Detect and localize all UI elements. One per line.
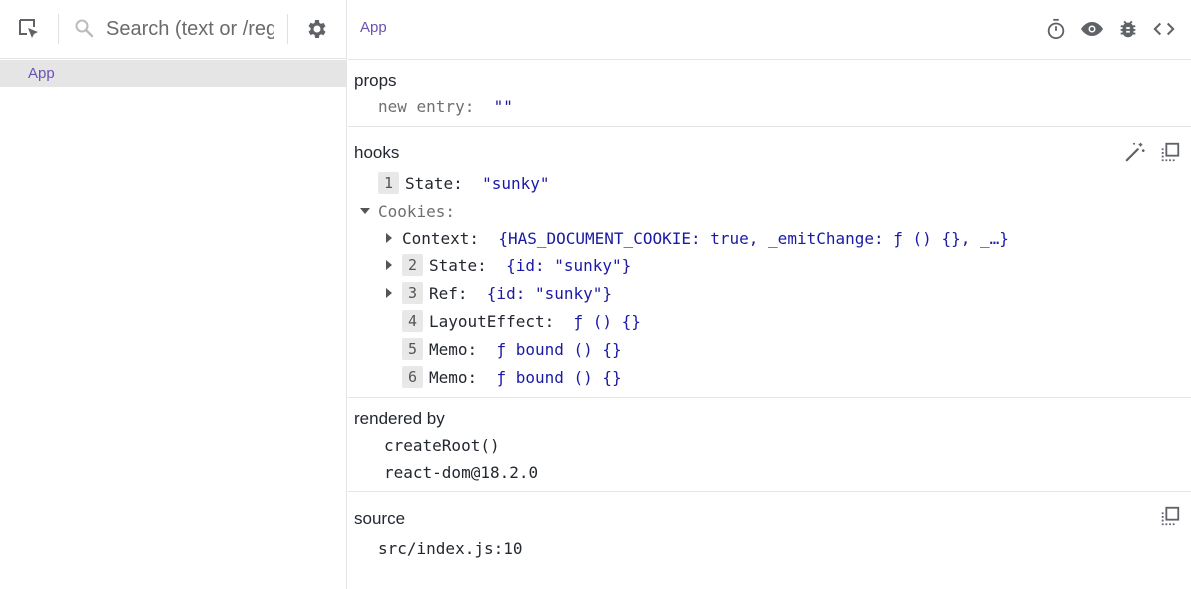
toolbar-divider xyxy=(58,14,59,44)
hook-key: State: xyxy=(405,173,463,193)
hook-key: LayoutEffect: xyxy=(429,311,555,331)
hook-key: Memo: xyxy=(429,339,478,359)
hook-row[interactable]: Context: {HAS_DOCUMENT_COOKIE: true, _em… xyxy=(386,227,1009,249)
hook-value[interactable]: ƒ () {} xyxy=(574,312,641,331)
owner-item: react-dom@18.2.0 xyxy=(384,462,538,482)
search-input[interactable] xyxy=(106,14,274,44)
prop-row[interactable]: new entry : "" xyxy=(378,96,513,116)
rendered-by-section: rendered by createRoot() react-dom@18.2.… xyxy=(348,398,1191,492)
toolbar-divider xyxy=(287,14,288,44)
hook-row[interactable]: 6 Memo: ƒ bound () {} xyxy=(402,365,622,389)
expand-icon[interactable] xyxy=(386,260,392,270)
section-title: props xyxy=(354,71,397,90)
owner-item[interactable]: createRoot() xyxy=(384,435,500,455)
hook-row[interactable]: 2 State: {id: "sunky"} xyxy=(386,253,631,277)
source-location-label: src/index.js:10 xyxy=(378,538,523,558)
tree-item-label: App xyxy=(28,65,55,82)
hook-row[interactable]: 3 Ref: {id: "sunky"} xyxy=(386,281,612,305)
eye-icon[interactable] xyxy=(1079,16,1105,42)
search-icon xyxy=(73,17,95,39)
tree-toolbar xyxy=(0,0,347,59)
copy-icon[interactable] xyxy=(1157,139,1183,165)
hook-row[interactable]: 5 Memo: ƒ bound () {} xyxy=(402,337,622,361)
source-section: source src/index.js:10 xyxy=(348,492,1191,589)
expand-icon[interactable] xyxy=(386,233,392,243)
hook-value[interactable]: ƒ bound () {} xyxy=(496,368,621,387)
inspected-element-toolbar: App xyxy=(348,0,1191,60)
copy-icon[interactable] xyxy=(1157,503,1183,529)
selected-component-name: App xyxy=(360,19,387,36)
hook-value[interactable]: "sunky" xyxy=(482,174,549,193)
tree-item-app[interactable]: App xyxy=(0,60,346,87)
hooks-section: hooks 1 State: "sunky" Cookies: Context:… xyxy=(348,127,1191,398)
hook-index: 5 xyxy=(402,338,423,360)
hook-index: 4 xyxy=(402,310,423,332)
props-section: props new entry : "" xyxy=(348,60,1191,127)
custom-hook-row[interactable]: Cookies: xyxy=(360,200,455,222)
code-icon[interactable] xyxy=(1151,16,1177,42)
source-location[interactable]: src/index.js:10 xyxy=(378,538,523,558)
hook-key: Memo: xyxy=(429,367,478,387)
bug-icon[interactable] xyxy=(1115,16,1141,42)
collapse-icon[interactable] xyxy=(360,208,370,214)
section-title: rendered by xyxy=(354,409,445,428)
section-title: hooks xyxy=(354,143,400,162)
hook-value[interactable]: ƒ bound () {} xyxy=(496,340,621,359)
owner-label: react-dom@18.2.0 xyxy=(384,462,539,482)
stopwatch-icon[interactable] xyxy=(1043,16,1069,42)
hook-key: Ref: xyxy=(429,283,468,303)
hook-row[interactable]: 1 State: "sunky" xyxy=(378,171,550,195)
prop-key: new entry xyxy=(378,96,465,116)
hook-value[interactable]: {id: "sunky"} xyxy=(487,284,612,303)
hook-index: 3 xyxy=(402,282,423,304)
expand-icon[interactable] xyxy=(386,288,392,298)
prop-colon: : xyxy=(464,96,494,116)
gear-icon[interactable] xyxy=(304,16,330,42)
hook-index: 1 xyxy=(378,172,399,194)
hook-key: Cookies: xyxy=(378,201,456,221)
hook-row[interactable]: 4 LayoutEffect: ƒ () {} xyxy=(402,309,641,333)
inspect-element-icon[interactable] xyxy=(16,16,42,42)
hook-value[interactable]: {id: "sunky"} xyxy=(506,256,631,275)
hook-value[interactable]: {HAS_DOCUMENT_COOKIE: true, _emitChange:… xyxy=(498,229,1009,248)
component-tree-pane: App xyxy=(0,0,347,589)
hook-index: 2 xyxy=(402,254,423,276)
magic-wand-icon[interactable] xyxy=(1122,139,1148,165)
owner-label: createRoot() xyxy=(384,435,500,455)
inspected-element-pane: App props new entry: "" hooks 1 State: … xyxy=(348,0,1191,589)
prop-value[interactable]: "" xyxy=(494,97,513,116)
hook-index: 6 xyxy=(402,366,423,388)
section-title: source xyxy=(354,509,406,528)
hook-key: State: xyxy=(429,255,487,275)
hook-key: Context: xyxy=(402,228,480,248)
